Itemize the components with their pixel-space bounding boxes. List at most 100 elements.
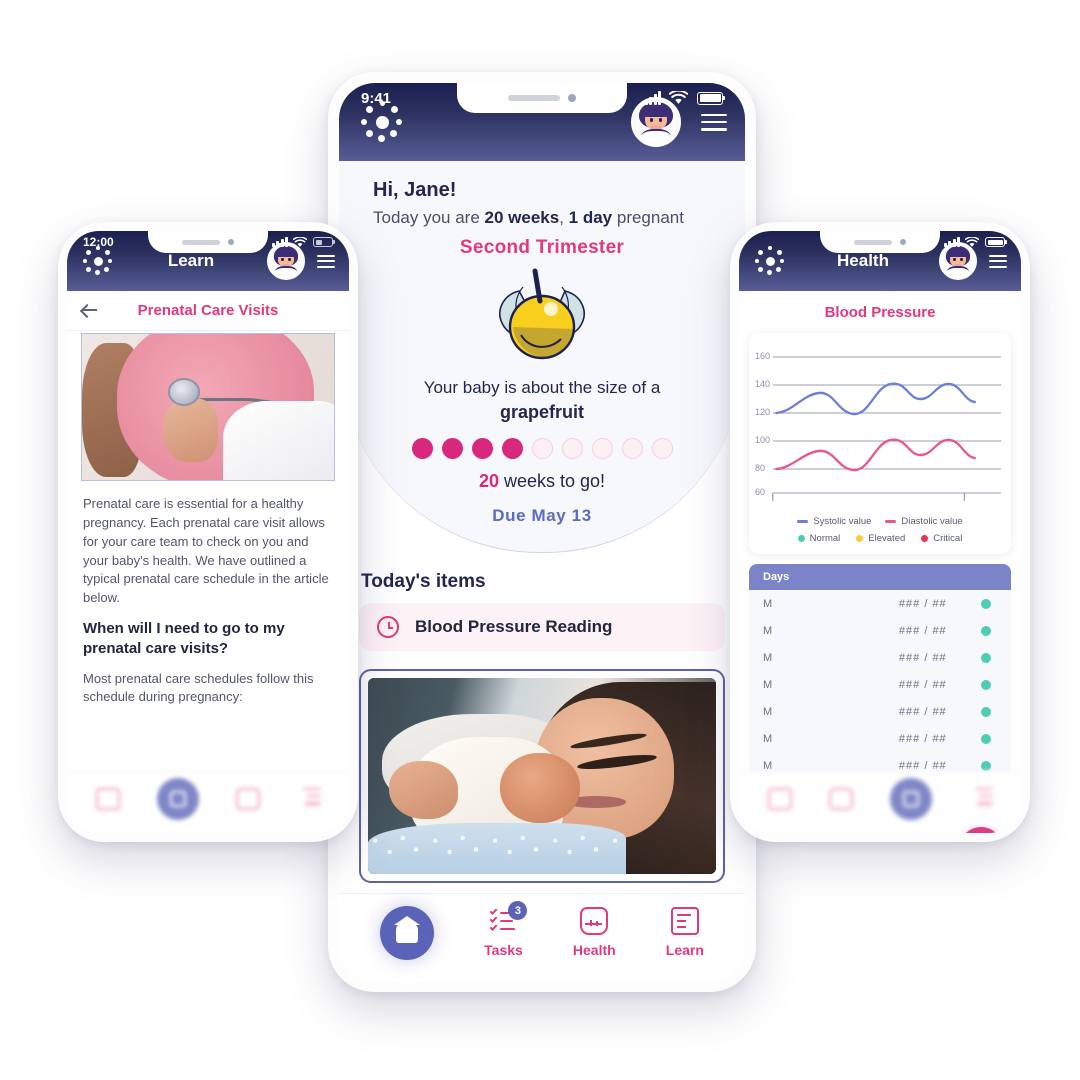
tab-home-button[interactable]: [380, 905, 435, 960]
avatar-eye-right: [960, 258, 963, 261]
row-value: ### / ##: [898, 732, 947, 745]
tab-tasks-button[interactable]: 3 Tasks: [484, 901, 528, 958]
right-phone-sub-header: Blood Pressure: [739, 291, 1021, 333]
row-time: M: [763, 678, 773, 691]
table-row[interactable]: M ### / ##: [749, 644, 1011, 671]
health-icon: [580, 907, 609, 935]
speaker-grille-icon: [854, 239, 892, 245]
table-row[interactable]: M ### / ##: [749, 671, 1011, 698]
table-row[interactable]: M ### / ##: [749, 590, 1011, 617]
pregnancy-hero-card: Hi, Jane! Today you are 20 weeks, 1 day …: [339, 161, 745, 554]
progress-days: 1 day: [568, 208, 613, 227]
legend-label-diastolic: Diastolic value: [901, 516, 963, 527]
column-header-days: Days: [763, 571, 790, 583]
table-row[interactable]: M ### / ##: [749, 725, 1011, 752]
row-status: [975, 652, 997, 663]
article-title: Prenatal Care Visits: [137, 302, 279, 319]
legend-label-elevated: Elevated: [868, 533, 906, 544]
left-phone-screen: 12:00 Learn Prenatal Care Visits Prenata…: [67, 231, 349, 833]
table-header-row: Days: [749, 564, 1011, 590]
table-body: M ### / ## M ### / ## M ### / ## M ### / ## M ###…: [749, 590, 1011, 779]
page-title: Health: [837, 251, 889, 270]
center-phone-screen: 9:41 Hi, Jane! Today you are 20 weeks, 1…: [339, 83, 745, 981]
table-row[interactable]: M ### / ##: [749, 698, 1011, 725]
center-phone-tab-bar[interactable]: 3 Tasks Health Learn: [339, 893, 745, 981]
trimester-label: Second Trimester: [459, 237, 625, 258]
row-time: M: [763, 732, 773, 745]
photo-mother-hand: [388, 760, 459, 820]
row-value: ### / ##: [898, 651, 947, 664]
task-label: Blood Pressure Reading: [415, 617, 613, 637]
tab-health-icon[interactable]: [235, 787, 260, 810]
status-dot-normal: [981, 760, 991, 771]
tab-home-icon[interactable]: [767, 787, 792, 810]
status-dot-normal: [981, 625, 991, 636]
section-title: Blood Pressure: [824, 303, 936, 321]
wifi-icon: [293, 236, 307, 247]
cellular-icon: [644, 91, 661, 105]
progress-dot-6: [561, 438, 583, 460]
progress-suffix: pregnant: [612, 208, 684, 227]
avatar-body: [641, 129, 671, 145]
legend-item-normal: Normal: [797, 533, 841, 544]
photo-clinician-hand: [162, 398, 219, 463]
wifi-icon: [669, 91, 688, 104]
progress-dot-9: [651, 438, 673, 460]
avatar-eye-left: [281, 258, 284, 261]
tab-home-icon[interactable]: [95, 787, 120, 810]
blood-pressure-line-chart: 160 140 120 100 80 60: [755, 343, 1003, 508]
task-card-blood-pressure[interactable]: Blood Pressure Reading: [359, 603, 725, 652]
tasks-icon: 3: [489, 901, 528, 935]
legend-item-systolic: Systolic value: [797, 516, 871, 527]
right-phone-screen: Health Blood Pressure 160 140 120 100 80…: [739, 231, 1021, 833]
learn-icon: [670, 907, 699, 935]
front-camera-icon: [900, 239, 906, 245]
hamburger-menu-icon[interactable]: [989, 254, 1007, 268]
status-indicators: [644, 91, 725, 105]
status-dot-normal: [981, 733, 991, 744]
article-paragraph-1: Prenatal care is essential for a healthy…: [83, 496, 329, 606]
hamburger-menu-icon[interactable]: [701, 113, 727, 131]
page-title: Learn: [167, 251, 215, 270]
left-phone-tab-bar[interactable]: [67, 771, 349, 833]
stethoscope-icon: [167, 377, 201, 406]
left-phone-sub-header: Prenatal Care Visits: [67, 291, 349, 331]
legend-label-normal: Normal: [809, 533, 841, 544]
readings-table: Days M ### / ## M ### / ## M ### / ## M ### / #…: [749, 564, 1011, 779]
row-value: ### / ##: [898, 759, 947, 772]
progress-dot-2: [441, 438, 463, 460]
table-row[interactable]: M ### / ##: [749, 617, 1011, 644]
legend-dot-normal: [797, 535, 805, 542]
status-time: 9:41: [361, 89, 392, 107]
tab-learn-active-icon[interactable]: [156, 777, 199, 820]
tab-tasks-icon[interactable]: [297, 787, 321, 810]
row-value: ### / ##: [898, 705, 947, 718]
hamburger-menu-icon[interactable]: [317, 254, 335, 268]
back-arrow-icon[interactable]: [81, 302, 99, 320]
tab-learn-button[interactable]: Learn: [666, 907, 704, 958]
row-value: ### / ##: [898, 597, 947, 610]
center-phone-notch: [457, 83, 627, 113]
progress-dot-1: [411, 438, 433, 460]
greeting-text: Hi, Jane!: [373, 179, 457, 201]
status-dot-normal: [981, 706, 991, 717]
tab-active-icon[interactable]: [889, 777, 932, 820]
legend-item-diastolic: Diastolic value: [885, 516, 963, 527]
avatar-eye-left: [953, 258, 956, 261]
progress-dot-7: [591, 438, 613, 460]
left-phone-notch: [148, 231, 268, 253]
row-status: [975, 598, 997, 609]
right-phone-notch: [820, 231, 940, 253]
tab-health-button[interactable]: Health: [573, 907, 616, 958]
article-photo: [81, 333, 335, 481]
tab-health-icon[interactable]: [828, 787, 853, 810]
tab-tasks-icon[interactable]: [969, 787, 993, 810]
baby-size-fruit: grapefruit: [499, 401, 584, 422]
avatar-eye-right: [288, 258, 291, 261]
status-indicators: [943, 236, 1007, 248]
center-phone-home-screen: 9:41 Hi, Jane! Today you are 20 weeks, 1…: [328, 72, 756, 992]
right-phone-tab-bar[interactable]: [739, 771, 1021, 833]
row-value: ### / ##: [898, 624, 947, 637]
featured-photo-card[interactable]: [359, 669, 725, 884]
cellular-icon: [943, 237, 960, 247]
